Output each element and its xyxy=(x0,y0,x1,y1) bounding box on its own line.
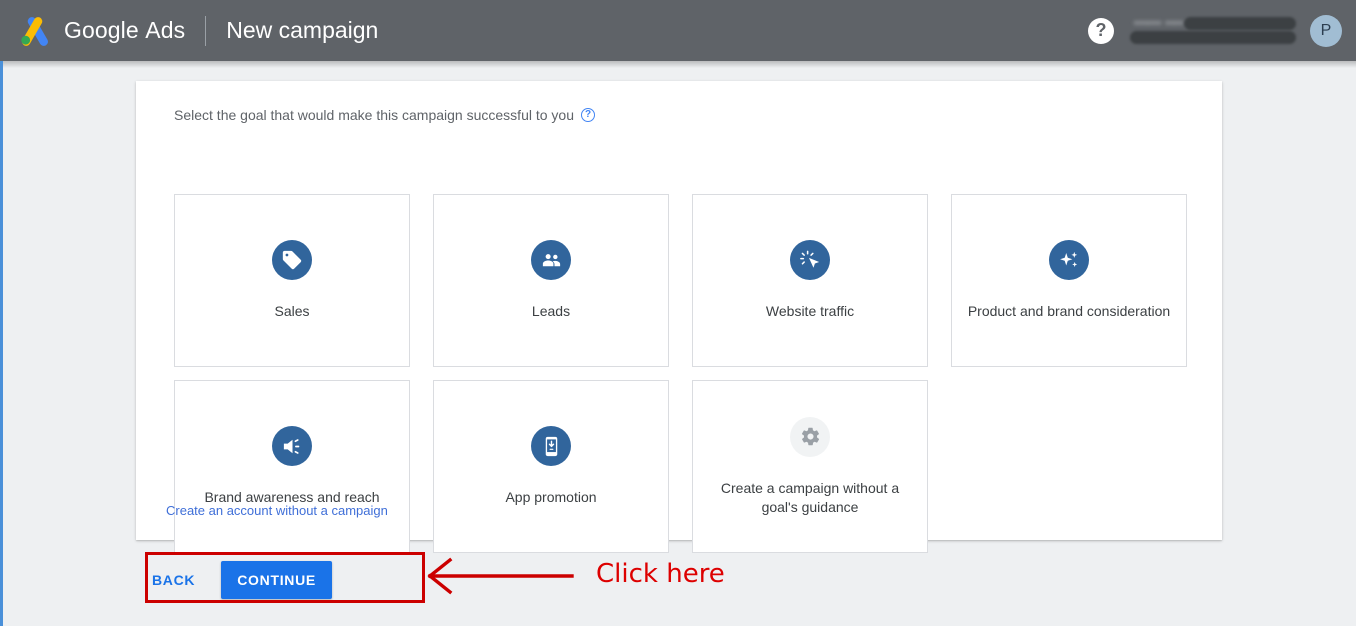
goal-card-brand-awareness[interactable]: Brand awareness and reach xyxy=(174,380,410,553)
account-info-redacted[interactable]: •••••• •••• •••• xyxy=(1126,14,1298,48)
goal-card-leads[interactable]: Leads xyxy=(433,194,669,367)
mobile-download-icon xyxy=(531,426,571,466)
cursor-click-icon xyxy=(790,240,830,280)
sparkles-icon xyxy=(1049,240,1089,280)
goal-grid: Sales Leads Website traffic Product and … xyxy=(174,194,1188,553)
help-icon[interactable]: ? xyxy=(1088,17,1114,44)
goal-label: Website traffic xyxy=(765,303,855,319)
page-body: Select the goal that would make this cam… xyxy=(0,61,1356,626)
avatar[interactable]: P xyxy=(1310,14,1342,47)
goal-prompt: Select the goal that would make this cam… xyxy=(174,107,595,123)
goal-card-no-goal-guidance[interactable]: Create a campaign without a goal's guida… xyxy=(692,380,928,553)
header-divider xyxy=(205,15,207,46)
speaker-icon xyxy=(272,426,312,466)
back-button[interactable]: BACK xyxy=(136,562,211,598)
goal-label: Sales xyxy=(274,303,310,319)
google-ads-logo-icon xyxy=(21,16,48,46)
goal-card-sales[interactable]: Sales xyxy=(174,194,410,367)
goal-label: Product and brand consideration xyxy=(967,303,1171,319)
brand-google: Google xyxy=(64,17,139,43)
redaction-bar xyxy=(1130,30,1296,44)
google-ads-logo-wrap[interactable]: Google Ads xyxy=(18,16,185,46)
people-icon xyxy=(531,240,571,280)
footer-actions: BACK CONTINUE xyxy=(136,561,332,599)
annotation-arrow-icon xyxy=(427,557,574,595)
annotation-label: Click here xyxy=(596,559,725,589)
goal-label: App promotion xyxy=(505,489,597,505)
brand-text: Google Ads xyxy=(64,17,185,44)
redaction-bar xyxy=(1184,16,1296,30)
goal-label: Create a campaign without a goal's guida… xyxy=(720,479,900,515)
create-account-without-campaign-link[interactable]: Create an account without a campaign xyxy=(166,503,388,518)
goal-card-product-brand-consideration[interactable]: Product and brand consideration xyxy=(951,194,1187,367)
goal-card-website-traffic[interactable]: Website traffic xyxy=(692,194,928,367)
help-circle-icon[interactable]: ? xyxy=(581,108,595,122)
brand-ads: Ads xyxy=(145,17,186,43)
header-right-group: ? •••••• •••• •••• P xyxy=(1088,0,1342,61)
goal-selection-panel: Select the goal that would make this cam… xyxy=(136,81,1222,553)
page-title: New campaign xyxy=(226,17,379,43)
goal-grid-empty-slot xyxy=(951,380,1187,553)
app-header: Google Ads New campaign ? •••••• •••• ••… xyxy=(0,0,1356,61)
left-edge-rail xyxy=(0,61,3,626)
goal-card-app-promotion[interactable]: App promotion xyxy=(433,380,669,553)
header-shadow xyxy=(0,61,1356,68)
continue-button[interactable]: CONTINUE xyxy=(221,561,332,599)
gear-icon xyxy=(790,416,830,457)
goal-label: Leads xyxy=(531,303,571,319)
goal-prompt-text: Select the goal that would make this cam… xyxy=(174,107,574,123)
price-tag-icon xyxy=(272,240,312,280)
